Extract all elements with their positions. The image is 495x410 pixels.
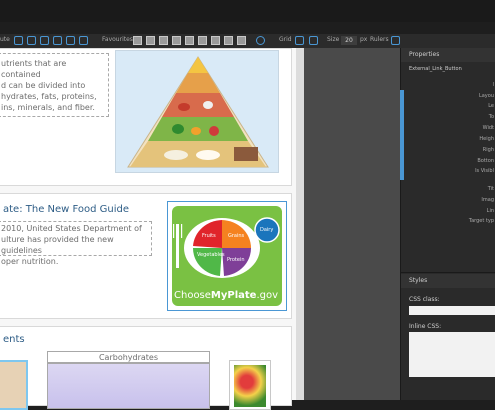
inline-css-label: Inline CSS: bbox=[409, 323, 442, 330]
properties-header: Properties bbox=[401, 48, 495, 62]
external-link-button-selected[interactable]: Fruits Grains Vegetables Protein Dairy C… bbox=[167, 201, 287, 311]
carbohydrates-image[interactable] bbox=[47, 363, 210, 409]
properties-panel: Properties External_Link_Button I Layou … bbox=[400, 48, 495, 400]
myplate-logo-text: ChooseMyPlate.gov bbox=[174, 290, 278, 301]
property-top: To bbox=[488, 114, 494, 120]
toolbar-partial-label: ute bbox=[0, 36, 10, 43]
grid-size-input[interactable]: 20 bbox=[341, 36, 357, 45]
styles-header: Styles bbox=[401, 274, 495, 288]
editor-canvas[interactable]: utrients that are contained d can be div… bbox=[0, 48, 400, 410]
property-layout: Layou bbox=[478, 93, 494, 99]
copy-icon[interactable] bbox=[53, 36, 62, 45]
property-image: Imag bbox=[481, 197, 494, 203]
favourite-shape-icon[interactable] bbox=[172, 36, 181, 45]
myplate-line-1: 2010, United States Department of bbox=[1, 224, 142, 233]
selected-element-name: External_Link_Button bbox=[409, 66, 462, 72]
carbohydrates-label: Carbohydrates bbox=[47, 351, 210, 363]
nutrients-line-3: hydrates, fats, proteins, bbox=[1, 92, 97, 101]
myplate-line-2: ulture has provided the new guidelines bbox=[1, 235, 114, 255]
redo-icon[interactable] bbox=[27, 36, 36, 45]
fruit-image[interactable] bbox=[229, 360, 271, 410]
fruit-graphic bbox=[234, 365, 266, 407]
title-bar bbox=[0, 0, 495, 22]
favourite-chart-icon[interactable] bbox=[185, 36, 194, 45]
page-edge bbox=[296, 48, 304, 400]
css-class-label: CSS class: bbox=[409, 296, 440, 303]
property-is-visible: Is Visibl bbox=[475, 168, 494, 174]
favourites-label: Favourites bbox=[102, 36, 133, 43]
group-icon[interactable] bbox=[40, 36, 49, 45]
myplate-logo: Fruits Grains Vegetables Protein Dairy C… bbox=[172, 206, 282, 306]
myplate-text-box[interactable]: 2010, United States Department of ulture… bbox=[0, 221, 152, 266]
rulers-label: Rulers bbox=[370, 36, 389, 43]
property-right: Righ bbox=[482, 147, 494, 153]
logo-myplate-text: MyPlate bbox=[210, 290, 257, 301]
property-height: Heigh bbox=[479, 136, 494, 142]
section-panel-myplate: ate: The New Food Guide 2010, United Sta… bbox=[0, 193, 292, 319]
property-link: Lin bbox=[486, 208, 494, 214]
favourite-widget-icon[interactable] bbox=[237, 36, 246, 45]
grain-image[interactable] bbox=[0, 360, 28, 410]
property-bottom: Botton bbox=[477, 158, 494, 164]
plate-vegetables-label: Vegetables bbox=[197, 252, 225, 258]
paste-icon[interactable] bbox=[66, 36, 75, 45]
nutrients-line-2: d can be divided into bbox=[1, 81, 86, 90]
inline-css-textarea[interactable] bbox=[409, 332, 495, 377]
favourite-table-icon[interactable] bbox=[198, 36, 207, 45]
nutrients-section-title: ents bbox=[3, 334, 25, 345]
link-icon[interactable] bbox=[79, 36, 88, 45]
plate-grains-label: Grains bbox=[228, 233, 245, 239]
plate-dairy-label: Dairy bbox=[260, 227, 274, 233]
editor-toolbar: ute Favourites Grid Size 20 px Rulers bbox=[0, 34, 495, 49]
myplate-line-3: oper nutrition. bbox=[1, 257, 59, 266]
myplate-graphic bbox=[173, 217, 280, 278]
rulers-toggle-icon[interactable] bbox=[391, 36, 400, 45]
page-content: utrients that are contained d can be div… bbox=[0, 48, 300, 410]
size-label: Size bbox=[327, 36, 340, 43]
food-pyramid-image[interactable] bbox=[115, 50, 279, 173]
nutrients-line-1: utrients that are contained bbox=[1, 59, 67, 79]
myplate-section-title: ate: The New Food Guide bbox=[3, 204, 130, 215]
section-panel-nutrients: utrients that are contained d can be div… bbox=[0, 48, 292, 186]
grid-label: Grid bbox=[279, 36, 292, 43]
property-width: Widt bbox=[482, 125, 494, 131]
nutrients-line-4: ins, minerals, and fiber. bbox=[1, 103, 95, 112]
grid-toggle-icon[interactable] bbox=[295, 36, 304, 45]
favourite-text-icon[interactable] bbox=[146, 36, 155, 45]
favourites-settings-icon[interactable] bbox=[256, 36, 265, 45]
food-pyramid-graphic bbox=[127, 56, 269, 168]
properties-scrollbar[interactable] bbox=[400, 90, 404, 180]
property-title: Tit bbox=[487, 186, 494, 192]
favourite-button-icon[interactable] bbox=[159, 36, 168, 45]
logo-choose-text: Choose bbox=[174, 290, 211, 301]
grid-snap-icon[interactable] bbox=[309, 36, 318, 45]
section-panel-nutrients-types: ents Carbohydrates bbox=[0, 326, 292, 410]
property-target-type: Target typ bbox=[468, 218, 494, 224]
property-id: I bbox=[492, 82, 494, 88]
favourite-image-icon[interactable] bbox=[133, 36, 142, 45]
undo-icon[interactable] bbox=[14, 36, 23, 45]
nutrients-text-box[interactable]: utrients that are contained d can be div… bbox=[0, 53, 109, 117]
favourite-video-icon[interactable] bbox=[211, 36, 220, 45]
size-unit-label: px bbox=[360, 36, 368, 43]
favourite-audio-icon[interactable] bbox=[224, 36, 233, 45]
plate-fruits-label: Fruits bbox=[202, 233, 216, 239]
plate-protein-label: Protein bbox=[227, 257, 245, 263]
logo-gov-text: .gov bbox=[256, 290, 279, 301]
property-left: Le bbox=[488, 103, 494, 109]
css-class-input[interactable] bbox=[409, 306, 495, 315]
panel-divider bbox=[401, 272, 495, 273]
